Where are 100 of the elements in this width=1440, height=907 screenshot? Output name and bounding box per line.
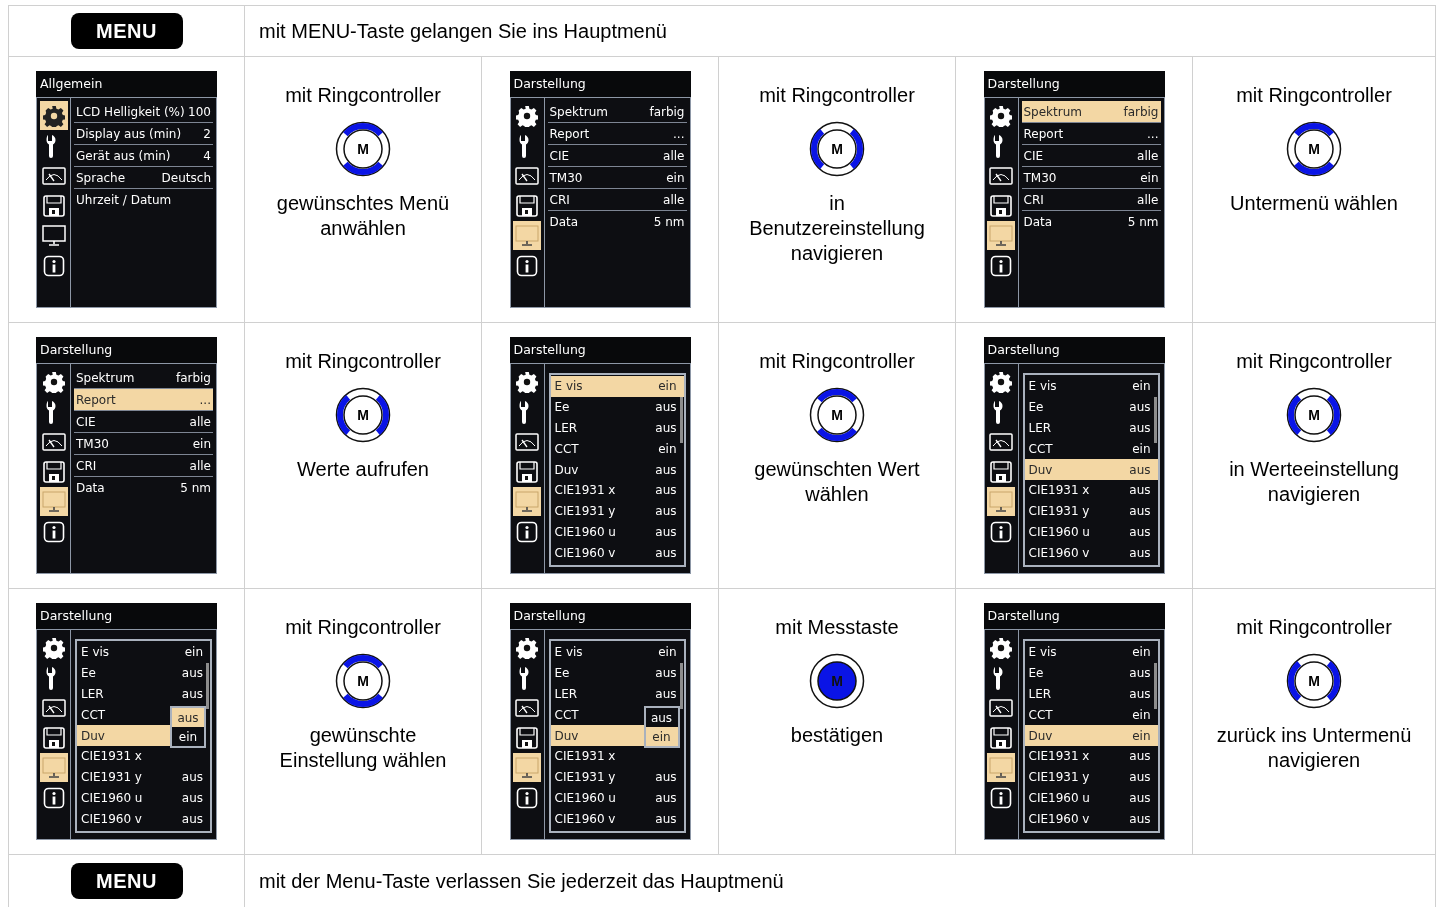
list-item[interactable]: CIE1931 y aus [550, 766, 684, 788]
info-icon[interactable] [42, 254, 65, 277]
menu-item[interactable]: LCD Helligkeit (%) 100 [74, 101, 213, 123]
gauge-icon[interactable] [41, 166, 66, 185]
list-item[interactable]: LER aus [550, 683, 684, 705]
list-item[interactable]: E vis ein [550, 376, 684, 397]
list-item[interactable]: CIE1931 x aus [1024, 480, 1158, 501]
menu-item[interactable]: CIE alle [74, 411, 213, 433]
menu-item[interactable]: Spektrum farbig [1021, 101, 1161, 123]
info-icon[interactable] [42, 520, 65, 543]
gauge-icon[interactable] [515, 166, 539, 185]
menu-item[interactable]: CIE alle [547, 145, 687, 167]
menu-item[interactable]: Spektrum farbig [547, 101, 687, 123]
dropdown-option[interactable]: ein [172, 727, 204, 746]
list-item[interactable]: CIE1960 v aus [1024, 808, 1158, 830]
list-item[interactable]: CIE1931 y aus [77, 766, 210, 788]
menu-item[interactable]: Data 5 nm [547, 211, 687, 233]
menu-item[interactable]: Data 5 nm [74, 477, 213, 499]
menu-item[interactable]: Uhrzeit / Datum [74, 189, 213, 211]
info-icon[interactable] [42, 786, 65, 809]
list-item[interactable]: CCT [77, 704, 170, 726]
menu-item[interactable]: CRI alle [1021, 189, 1161, 211]
list-item[interactable]: CIE1931 y aus [550, 500, 684, 522]
menu-item[interactable]: CRI alle [547, 189, 687, 211]
info-icon[interactable] [516, 786, 538, 809]
list-item[interactable]: CIE1960 u aus [550, 787, 684, 809]
menu-item[interactable]: Sprache Deutsch [74, 167, 213, 189]
menu-item[interactable]: CRI alle [74, 455, 213, 477]
gauge-icon[interactable] [41, 698, 66, 717]
list-item[interactable]: CIE1960 v aus [550, 808, 684, 830]
list-item[interactable]: CCT [550, 704, 644, 726]
menu-item[interactable]: Report ... [547, 123, 687, 145]
menu-item[interactable]: Report ... [74, 389, 213, 411]
list-item[interactable]: CIE1931 x [77, 746, 210, 767]
gauge-icon[interactable] [989, 166, 1013, 185]
list-item[interactable]: LER aus [1024, 417, 1158, 439]
info-icon[interactable] [990, 520, 1012, 543]
list-item[interactable]: CIE1931 y aus [1024, 500, 1158, 522]
scrollbar [679, 663, 683, 709]
gear-icon[interactable] [516, 370, 538, 393]
menu-item[interactable]: CIE alle [1021, 145, 1161, 167]
menu-item[interactable]: Display aus (min) 2 [74, 123, 213, 145]
list-item[interactable]: CIE1931 x aus [1024, 746, 1158, 767]
gauge-icon[interactable] [41, 432, 66, 451]
menu-item[interactable]: TM30 ein [547, 167, 687, 189]
list-item[interactable]: Duv aus [1024, 459, 1158, 480]
menu-item[interactable]: Report ... [1021, 123, 1161, 145]
list-item[interactable]: Ee aus [77, 662, 210, 684]
list-item[interactable]: CIE1931 x [550, 746, 684, 767]
gear-icon[interactable] [42, 370, 65, 393]
gear-icon[interactable] [990, 104, 1012, 127]
gear-icon[interactable] [990, 636, 1012, 659]
list-item[interactable]: Ee aus [550, 662, 684, 684]
list-item[interactable]: CCT ein [1024, 704, 1158, 726]
monitor-icon[interactable] [41, 224, 66, 247]
dropdown-option[interactable]: aus [172, 708, 204, 727]
gear-icon[interactable] [990, 370, 1012, 393]
menu-item[interactable]: TM30 ein [74, 433, 213, 455]
gauge-icon[interactable] [515, 432, 539, 451]
list-item[interactable]: Duv [77, 725, 170, 746]
list-item[interactable]: Ee aus [1024, 396, 1158, 418]
list-item[interactable]: CIE1960 u aus [550, 521, 684, 543]
list-item[interactable]: CIE1931 y aus [1024, 766, 1158, 788]
list-item[interactable]: CCT ein [550, 438, 684, 460]
gauge-icon[interactable] [989, 432, 1013, 451]
list-item[interactable]: Duv ein [1024, 725, 1158, 746]
info-icon[interactable] [516, 520, 538, 543]
info-icon[interactable] [516, 254, 538, 277]
list-item[interactable]: CIE1960 u aus [1024, 521, 1158, 543]
gear-icon[interactable] [516, 636, 538, 659]
list-item[interactable]: CIE1931 x aus [550, 480, 684, 501]
list-item[interactable]: CIE1960 v aus [77, 808, 210, 830]
list-item[interactable]: E vis ein [77, 642, 210, 663]
list-item[interactable]: Duv [550, 725, 644, 746]
list-item[interactable]: E vis ein [550, 642, 684, 663]
list-item[interactable]: E vis ein [1024, 642, 1158, 663]
list-item[interactable]: CIE1960 u aus [77, 787, 210, 809]
list-item[interactable]: E vis ein [1024, 376, 1158, 397]
list-item[interactable]: CIE1960 v aus [1024, 542, 1158, 564]
gear-icon[interactable] [42, 104, 65, 127]
menu-item[interactable]: TM30 ein [1021, 167, 1161, 189]
dropdown-option[interactable]: aus [645, 708, 678, 727]
list-item[interactable]: CIE1960 v aus [550, 542, 684, 564]
list-item[interactable]: LER aus [77, 683, 210, 705]
list-item[interactable]: CIE1960 u aus [1024, 787, 1158, 809]
dropdown-option[interactable]: ein [645, 727, 678, 746]
gear-icon[interactable] [516, 104, 538, 127]
menu-item[interactable]: Gerät aus (min) 4 [74, 145, 213, 167]
list-item[interactable]: CCT ein [1024, 438, 1158, 460]
info-icon[interactable] [990, 254, 1012, 277]
list-item[interactable]: LER aus [550, 417, 684, 439]
gear-icon[interactable] [42, 636, 65, 659]
menu-item[interactable]: Data 5 nm [1021, 211, 1161, 233]
info-icon[interactable] [990, 786, 1012, 809]
gauge-icon[interactable] [989, 698, 1013, 717]
list-item[interactable]: Ee aus [550, 396, 684, 418]
list-item[interactable]: Ee aus [1024, 662, 1158, 684]
list-item[interactable]: Duv aus [550, 459, 684, 480]
list-item[interactable]: LER aus [1024, 683, 1158, 705]
gauge-icon[interactable] [515, 698, 539, 717]
